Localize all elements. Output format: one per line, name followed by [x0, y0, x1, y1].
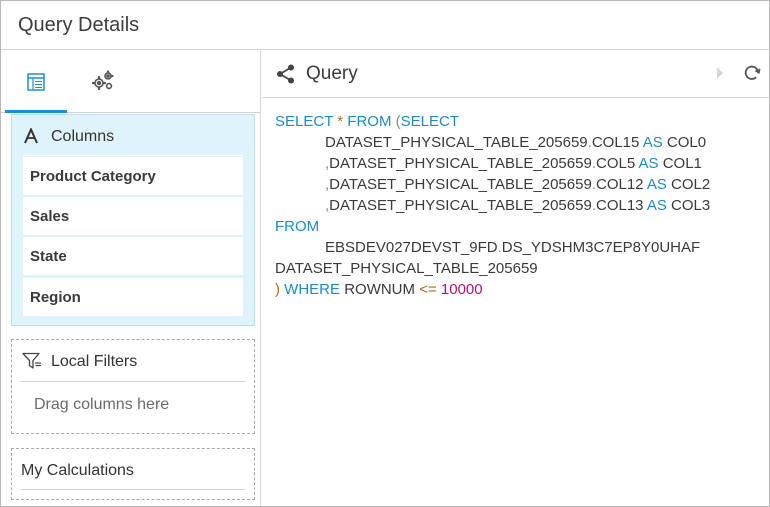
local-filters-section[interactable]: Local Filters Drag columns here [11, 339, 255, 434]
sql-line: EBSDEV027DEVST_9FD.DS_YDSHM3C7EP8Y0UHAF [325, 239, 701, 256]
tab-strip [1, 50, 260, 113]
left-panel: Columns Product Category Sales State Reg… [1, 50, 261, 506]
column-item-label: Sales [30, 208, 70, 225]
sql-line: ,DATASET_PHYSICAL_TABLE_205659.COL13 AS … [325, 197, 711, 214]
column-item-sales[interactable]: Sales [23, 197, 243, 235]
gears-icon [91, 70, 114, 91]
sql-line: SELECT * FROM (SELECT [275, 111, 765, 132]
my-calculations-section[interactable]: My Calculations [11, 448, 255, 500]
sql-schema: EBSDEV027DEVST_9FD [325, 239, 498, 256]
sql-table-alias: DATASET_PHYSICAL_TABLE_205659 [275, 260, 538, 277]
query-details-window: Query Details Columns Product Category S… [0, 0, 770, 507]
window-title: Query Details [18, 14, 140, 36]
sql-identifier: COL13 [595, 197, 644, 214]
sql-paren: ) [275, 281, 280, 298]
column-item-label: State [30, 248, 67, 265]
title-bar: Query Details [1, 1, 769, 50]
sql-identifier: DATASET_PHYSICAL_TABLE_205659 [325, 134, 588, 151]
sql-keyword: FROM [275, 218, 320, 235]
sql-line: DATASET_PHYSICAL_TABLE_205659.COL15 AS C… [325, 134, 707, 151]
sql-keyword: AS [646, 197, 667, 214]
sql-alias: COL0 [666, 134, 707, 151]
column-item-state[interactable]: State [23, 237, 243, 275]
column-item-product-category[interactable]: Product Category [23, 157, 243, 195]
columns-section: Columns Product Category Sales State Reg… [11, 114, 255, 326]
sql-line: ,DATASET_PHYSICAL_TABLE_205659.COL12 AS … [325, 176, 711, 193]
sql-operator: <= [419, 281, 437, 298]
sql-line: DATASET_PHYSICAL_TABLE_205659 [275, 258, 765, 279]
sql-line: FROM [275, 216, 765, 237]
sql-identifier: ROWNUM [344, 281, 416, 298]
sql-identifier: COL12 [595, 176, 644, 193]
columns-divider [23, 155, 243, 156]
local-filters-label: Local Filters [51, 353, 138, 370]
sql-alias: COL3 [671, 197, 711, 214]
sql-alias: COL1 [662, 155, 702, 172]
sql-identifier: DATASET_PHYSICAL_TABLE_205659 [329, 197, 592, 214]
sql-keyword: WHERE [284, 281, 341, 298]
sql-identifier: COL15 [591, 134, 640, 151]
sql-line: ,DATASET_PHYSICAL_TABLE_205659.COL5 AS C… [325, 155, 702, 172]
sql-star: * [333, 113, 348, 130]
columns-header[interactable]: Columns [12, 115, 254, 155]
tab-columns[interactable] [5, 50, 67, 113]
calculations-divider [21, 489, 245, 490]
filter-icon [22, 352, 41, 369]
sql-keyword: AS [646, 176, 667, 193]
share-icon[interactable] [276, 64, 296, 84]
sql-identifier: DATASET_PHYSICAL_TABLE_205659 [329, 155, 592, 172]
sql-dataset: DS_YDSHM3C7EP8Y0UHAF [501, 239, 701, 256]
query-panel: Query SELECT * FROM (SELECT DATASET_PHYS… [262, 50, 769, 506]
sql-query-text: SELECT * FROM (SELECT DATASET_PHYSICAL_T… [275, 111, 765, 300]
table-icon [27, 73, 45, 91]
column-item-region[interactable]: Region [23, 278, 243, 316]
drop-zone-hint: Drag columns here [34, 396, 170, 413]
column-item-label: Region [30, 289, 81, 306]
filters-divider [21, 381, 245, 382]
columns-label: Columns [51, 128, 115, 145]
column-item-label: Product Category [30, 168, 156, 185]
play-icon[interactable] [715, 66, 725, 80]
sql-alias: COL2 [671, 176, 711, 193]
refresh-icon[interactable] [743, 64, 761, 82]
sql-identifier: DATASET_PHYSICAL_TABLE_205659 [329, 176, 592, 193]
sql-line: ) WHERE ROWNUM <= 10000 [275, 279, 765, 300]
sql-keyword: SELECT [400, 113, 459, 130]
sql-number: 10000 [440, 281, 483, 298]
sql-identifier: COL5 [595, 155, 636, 172]
sql-keyword: AS [638, 155, 659, 172]
tab-settings[interactable] [73, 50, 135, 113]
sql-keyword: SELECT [275, 113, 334, 130]
attribute-a-icon [24, 128, 38, 144]
sql-keyword: AS [642, 134, 663, 151]
query-header: Query [262, 50, 769, 98]
sql-keyword: FROM [347, 113, 392, 130]
query-title: Query [306, 63, 358, 84]
my-calculations-label: My Calculations [21, 462, 134, 479]
sql-paren: ( [391, 113, 401, 130]
